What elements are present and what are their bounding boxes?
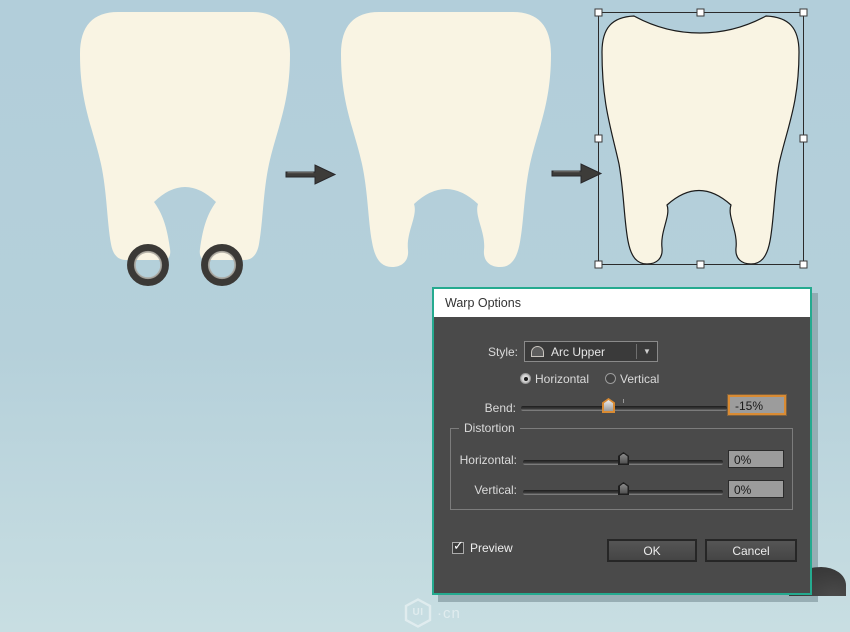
bend-label: Bend:: [484, 401, 516, 415]
arc-upper-icon: [531, 346, 544, 357]
bend-slider-handle[interactable]: [602, 398, 615, 413]
tooth-step2[interactable]: [341, 12, 551, 267]
style-label: Style:: [487, 345, 518, 359]
dialog-body: Style: Arc Upper ▼ Horizontal Vertical B…: [434, 317, 810, 593]
arrow-icon: [285, 164, 337, 185]
warp-options-dialog: Warp Options Style: Arc Upper ▼ Horizont…: [432, 287, 812, 595]
distortion-vertical-handle[interactable]: [618, 482, 629, 495]
distortion-group-label: Distortion: [459, 421, 520, 435]
cancel-button[interactable]: Cancel: [705, 539, 797, 562]
illustrator-canvas: Warp Options Style: Arc Upper ▼ Horizont…: [0, 0, 850, 632]
bend-slider-center-tick: [623, 399, 624, 403]
arrow-icon: [551, 163, 603, 184]
checkmark-icon: ✓: [453, 538, 464, 553]
radio-vertical-label[interactable]: Vertical: [620, 372, 659, 386]
watermark-suffix: ·cn: [437, 604, 461, 622]
tooth-step3-selected[interactable]: [594, 8, 808, 269]
distortion-horizontal-handle[interactable]: [618, 452, 629, 465]
style-dropdown[interactable]: Arc Upper ▼: [524, 341, 658, 362]
selection-handle-mr[interactable]: [799, 134, 808, 143]
radio-vertical[interactable]: [605, 373, 616, 384]
selection-handle-br[interactable]: [799, 260, 808, 269]
transform-arrow-2: [551, 163, 603, 184]
selection-handle-tl[interactable]: [594, 8, 603, 17]
tooth-step1[interactable]: [80, 12, 290, 260]
bend-value-field[interactable]: [728, 395, 786, 415]
ok-button[interactable]: OK: [607, 539, 697, 562]
selection-handle-tc[interactable]: [696, 8, 705, 17]
dialog-title[interactable]: Warp Options: [434, 289, 810, 317]
distortion-vertical-value[interactable]: [728, 480, 784, 498]
distortion-horizontal-value[interactable]: [728, 450, 784, 468]
selection-handle-tr[interactable]: [799, 8, 808, 17]
distortion-vertical-label: Vertical:: [474, 483, 517, 497]
selection-handle-bl[interactable]: [594, 260, 603, 269]
radio-horizontal-label[interactable]: Horizontal: [535, 372, 589, 386]
tooth-shape-2[interactable]: [341, 12, 551, 267]
style-dropdown-value: Arc Upper: [551, 344, 606, 359]
distortion-horizontal-label: Horizontal:: [459, 453, 517, 467]
watermark-hexagon-logo: UI: [404, 598, 432, 628]
watermark-logo-text: UI: [412, 607, 424, 618]
selection-handle-ml[interactable]: [594, 134, 603, 143]
tooth-shape-3-warped[interactable]: [601, 15, 800, 265]
radio-horizontal[interactable]: [520, 373, 531, 384]
tooth-shape-1[interactable]: [80, 12, 290, 260]
transform-arrow-1: [285, 164, 337, 185]
watermark: UI ·cn: [404, 598, 461, 628]
preview-checkbox[interactable]: ✓: [452, 538, 464, 554]
chevron-down-icon[interactable]: ▼: [637, 347, 657, 356]
bend-slider-track[interactable]: [521, 406, 727, 411]
selection-handle-bc[interactable]: [696, 260, 705, 269]
preview-label[interactable]: Preview: [470, 541, 513, 555]
distortion-group: Distortion Horizontal: Vertical:: [450, 421, 793, 510]
